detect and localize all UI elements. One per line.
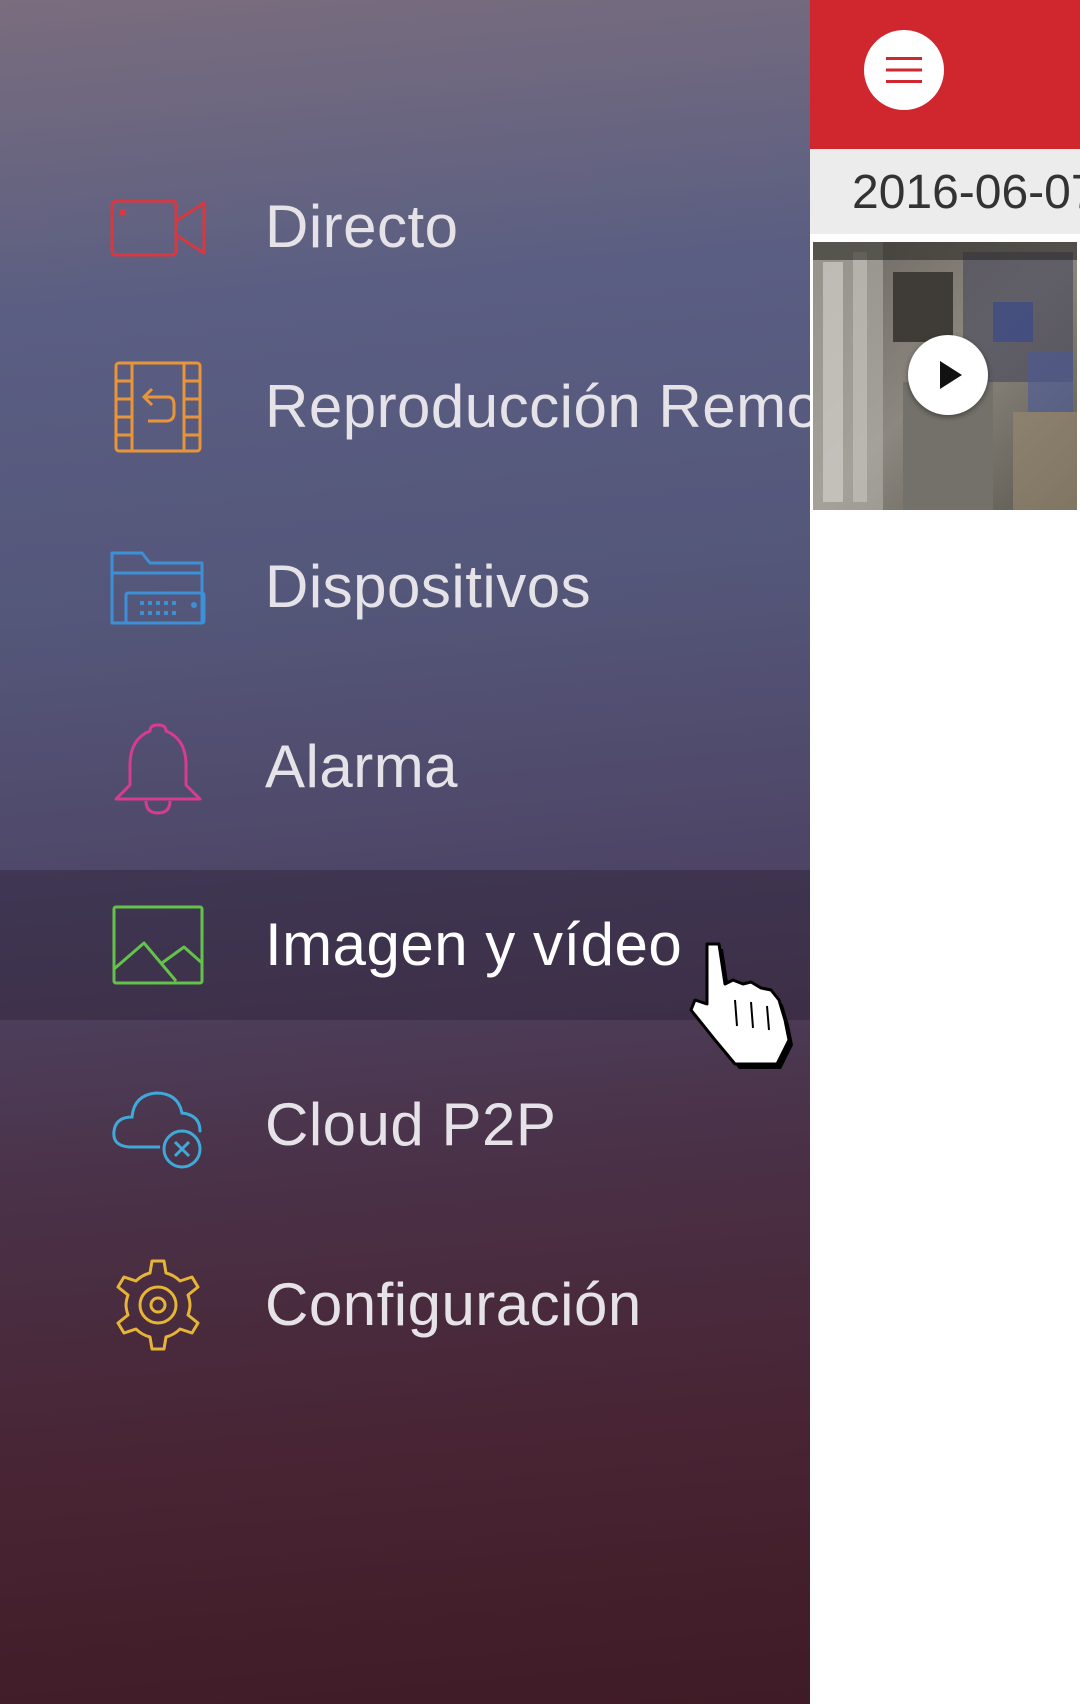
menu-item-label: Dispositivos [265,553,592,620]
folder-dvr-icon [110,551,206,625]
menu-item-reproduccion-remota[interactable]: Reproducción Remota [0,332,810,482]
menu-item-label: Reproducción Remota [265,373,810,440]
hamburger-icon [886,57,922,83]
play-button[interactable] [908,335,988,415]
menu-item-directo[interactable]: Directo [0,152,810,302]
play-icon [940,361,962,389]
app-header [810,0,1080,149]
bell-icon [114,723,202,815]
menu-item-cloud-p2p[interactable]: Cloud P2P [0,1050,810,1200]
menu-item-label: Directo [265,193,459,260]
menu-item-label: Cloud P2P [265,1091,557,1158]
hand-pointer-cursor [689,942,793,1069]
menu-item-label: Alarma [265,733,459,800]
film-replay-icon [114,361,202,453]
gear-icon [116,1259,200,1351]
menu-item-configuracion[interactable]: Configuración [0,1230,810,1380]
video-camera-icon [110,199,206,257]
menu-item-label: Configuración [265,1271,642,1338]
menu-item-label: Imagen y vídeo [265,911,683,978]
menu-item-alarma[interactable]: Alarma [0,692,810,842]
picture-icon [112,905,204,985]
date-label: 2016-06-07 [852,166,1080,219]
menu-item-dispositivos[interactable]: Dispositivos [0,512,810,662]
navigation-drawer: Directo Reproducción Remota [0,0,810,1704]
cloud-icon [112,1091,202,1169]
menu-button[interactable] [864,30,944,110]
